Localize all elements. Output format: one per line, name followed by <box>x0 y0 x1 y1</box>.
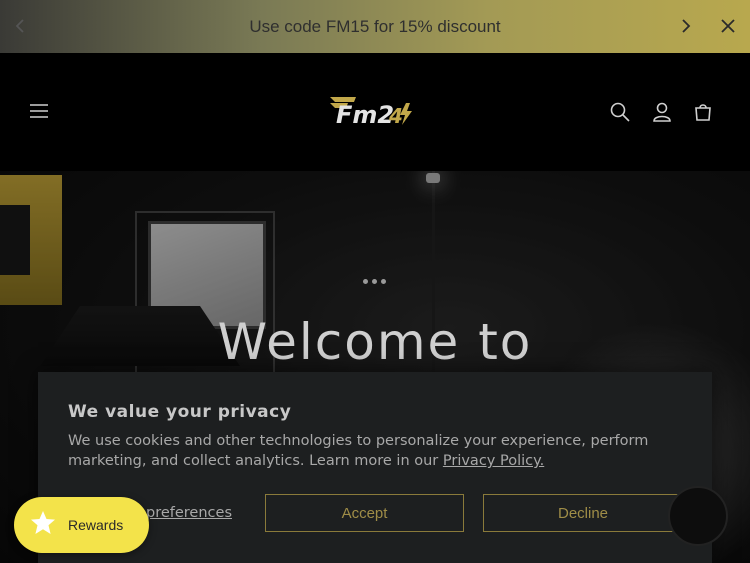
announcement-bar: Use code FM15 for 15% discount <box>0 0 750 53</box>
close-icon[interactable] <box>718 16 738 36</box>
hamburger-menu-icon[interactable] <box>28 101 50 121</box>
loading-dots <box>363 279 386 284</box>
site-header: Fm2 4 <box>0 53 750 171</box>
chevron-right-icon[interactable] <box>676 16 696 36</box>
privacy-policy-link[interactable]: Privacy Policy. <box>443 453 544 469</box>
cookie-banner-title: We value your privacy <box>68 402 292 422</box>
cookie-banner-text: We use cookies and other technologies to… <box>68 433 649 469</box>
star-icon <box>30 510 56 540</box>
rewards-label: Rewards <box>68 517 124 533</box>
hero-title: Welcome to <box>217 313 533 371</box>
chevron-left-icon[interactable] <box>10 16 30 36</box>
announcement-text: Use code FM15 for 15% discount <box>249 16 501 36</box>
accept-button[interactable]: Accept <box>265 494 464 532</box>
svg-text:Fm2: Fm2 <box>336 101 394 129</box>
logo[interactable]: Fm2 4 <box>326 89 418 133</box>
manage-preferences-link[interactable]: preferences <box>146 505 232 521</box>
cart-icon[interactable] <box>692 101 714 123</box>
search-icon[interactable] <box>609 101 631 123</box>
decline-button[interactable]: Decline <box>483 494 683 532</box>
chat-icon[interactable] <box>668 486 728 546</box>
rewards-button[interactable]: Rewards <box>14 497 149 553</box>
account-icon[interactable] <box>651 101 673 123</box>
svg-text:4: 4 <box>388 104 403 128</box>
